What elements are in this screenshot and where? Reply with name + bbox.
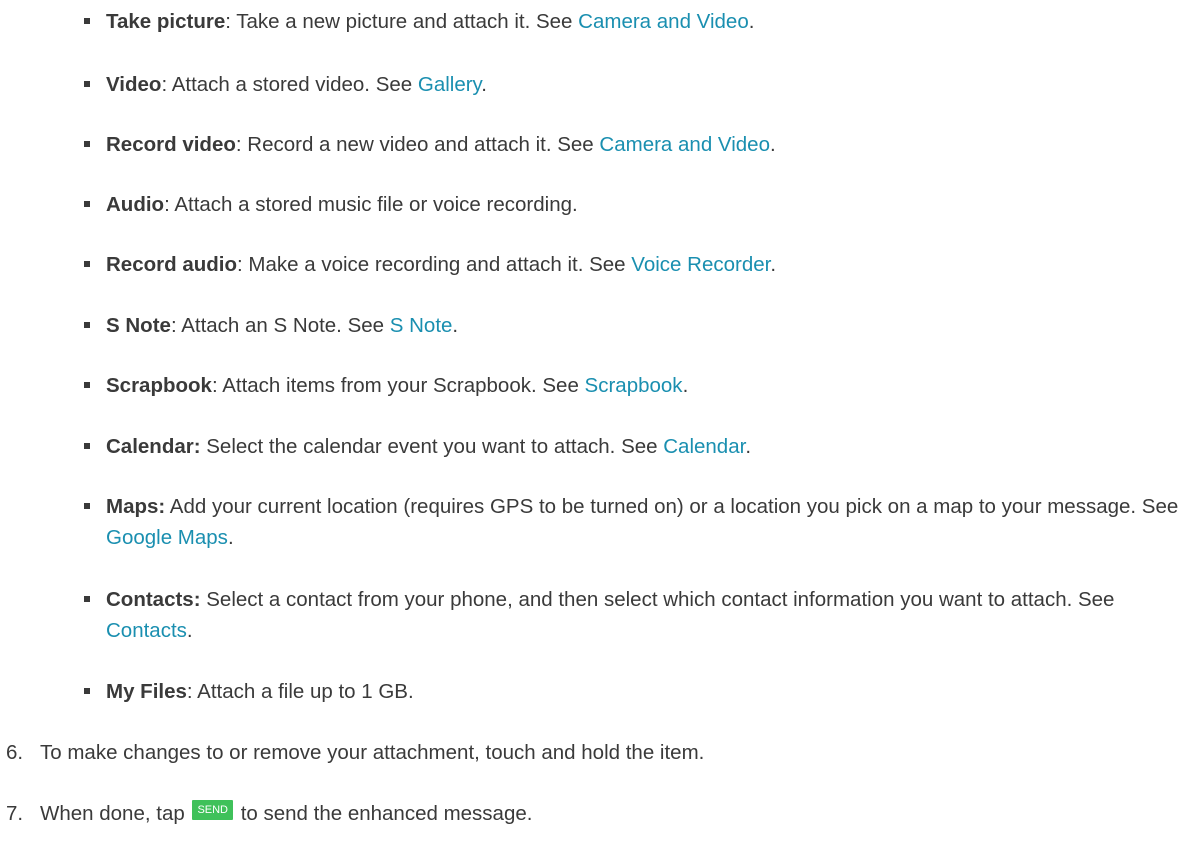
item-end: . <box>452 314 459 337</box>
item-term: Record video <box>106 133 236 156</box>
list-item: Scrapbook: Attach items from your Scrapb… <box>72 370 688 401</box>
step-text: To make changes to or remove your attach… <box>40 741 705 764</box>
item-text: Take a new picture and attach it. See <box>230 10 579 33</box>
link-scrapbook[interactable]: Scrapbook <box>585 374 683 397</box>
list-item: Video: Attach a stored video. See Galler… <box>72 69 487 100</box>
item-text: Attach items from your Scrapbook. See <box>217 374 585 397</box>
item-text: Select a contact from your phone, and th… <box>200 588 1115 611</box>
bullet-square-icon <box>84 18 90 24</box>
bullet-square-icon <box>84 596 90 602</box>
step-number: 7. <box>6 802 24 825</box>
bullet-square-icon <box>84 81 90 87</box>
bullet-square-icon <box>84 382 90 388</box>
item-text: Attach a stored music file or voice reco… <box>169 193 578 216</box>
bullet-square-icon <box>84 688 90 694</box>
item-term: Audio <box>106 193 165 216</box>
step-number: 6. <box>6 741 24 764</box>
list-item: Record audio: Make a voice recording and… <box>72 249 776 280</box>
list-item: Contacts: Select a contact from your pho… <box>72 584 1181 646</box>
bullet-square-icon <box>84 443 90 449</box>
list-item: Record video: Record a new video and att… <box>72 129 776 160</box>
item-text: Attach an S Note. See <box>176 314 390 337</box>
list-item: Calendar: Select the calendar event you … <box>72 431 751 462</box>
item-end: . <box>186 619 193 642</box>
item-text: Record a new video and attach it. See <box>241 133 600 156</box>
item-end: . <box>770 133 776 156</box>
item-text: Add your current location (requires GPS … <box>165 495 1179 518</box>
item-end: . <box>481 73 487 96</box>
item-term: Video <box>106 73 162 96</box>
step-text-before: When done, tap <box>40 802 191 825</box>
item-term: Contacts: <box>106 588 201 611</box>
link-camera-and-video[interactable]: Camera and Video <box>578 10 749 33</box>
item-end: . <box>748 10 755 33</box>
link-calendar[interactable]: Calendar <box>663 435 745 458</box>
bullet-square-icon <box>84 141 90 147</box>
item-term: S Note <box>106 314 171 337</box>
link-contacts[interactable]: Contacts <box>106 619 187 642</box>
item-end: . <box>682 374 689 397</box>
link-s-note[interactable]: S Note <box>390 314 453 337</box>
item-term: Calendar: <box>106 435 201 458</box>
item-term: Record audio <box>106 253 237 276</box>
item-end: . <box>227 526 234 549</box>
link-gallery[interactable]: Gallery <box>418 73 481 96</box>
send-button[interactable]: SEND <box>192 800 233 820</box>
bullet-square-icon <box>84 503 90 509</box>
list-item: Maps: Add your current location (require… <box>72 491 1181 553</box>
step-text-after: to send the enhanced message. <box>235 802 533 825</box>
list-item: S Note: Attach an S Note. See S Note. <box>72 310 458 341</box>
link-google-maps[interactable]: Google Maps <box>106 526 228 549</box>
step-text: When done, tap SEND to send the enhanced… <box>40 798 532 829</box>
list-item: Take picture: Take a new picture and att… <box>72 6 754 37</box>
item-text: Attach a file up to 1 GB. <box>192 680 414 703</box>
item-term: Scrapbook <box>106 374 212 397</box>
item-text: Select the calendar event you want to at… <box>200 435 664 458</box>
list-item: Audio: Attach a stored music file or voi… <box>72 189 578 220</box>
item-term: My Files <box>106 680 187 703</box>
item-text: Make a voice recording and attach it. Se… <box>242 253 632 276</box>
bullet-square-icon <box>84 261 90 267</box>
bullet-square-icon <box>84 322 90 328</box>
item-term: Take picture <box>106 10 226 33</box>
item-end: . <box>745 435 752 458</box>
bullet-square-icon <box>84 201 90 207</box>
item-text: Attach a stored video. See <box>167 73 418 96</box>
item-end: . <box>770 253 777 276</box>
item-term: Maps: <box>106 495 166 518</box>
link-camera-and-video[interactable]: Camera and Video <box>599 133 770 156</box>
link-voice-recorder[interactable]: Voice Recorder <box>631 253 770 276</box>
list-item: My Files: Attach a file up to 1 GB. <box>72 676 414 707</box>
